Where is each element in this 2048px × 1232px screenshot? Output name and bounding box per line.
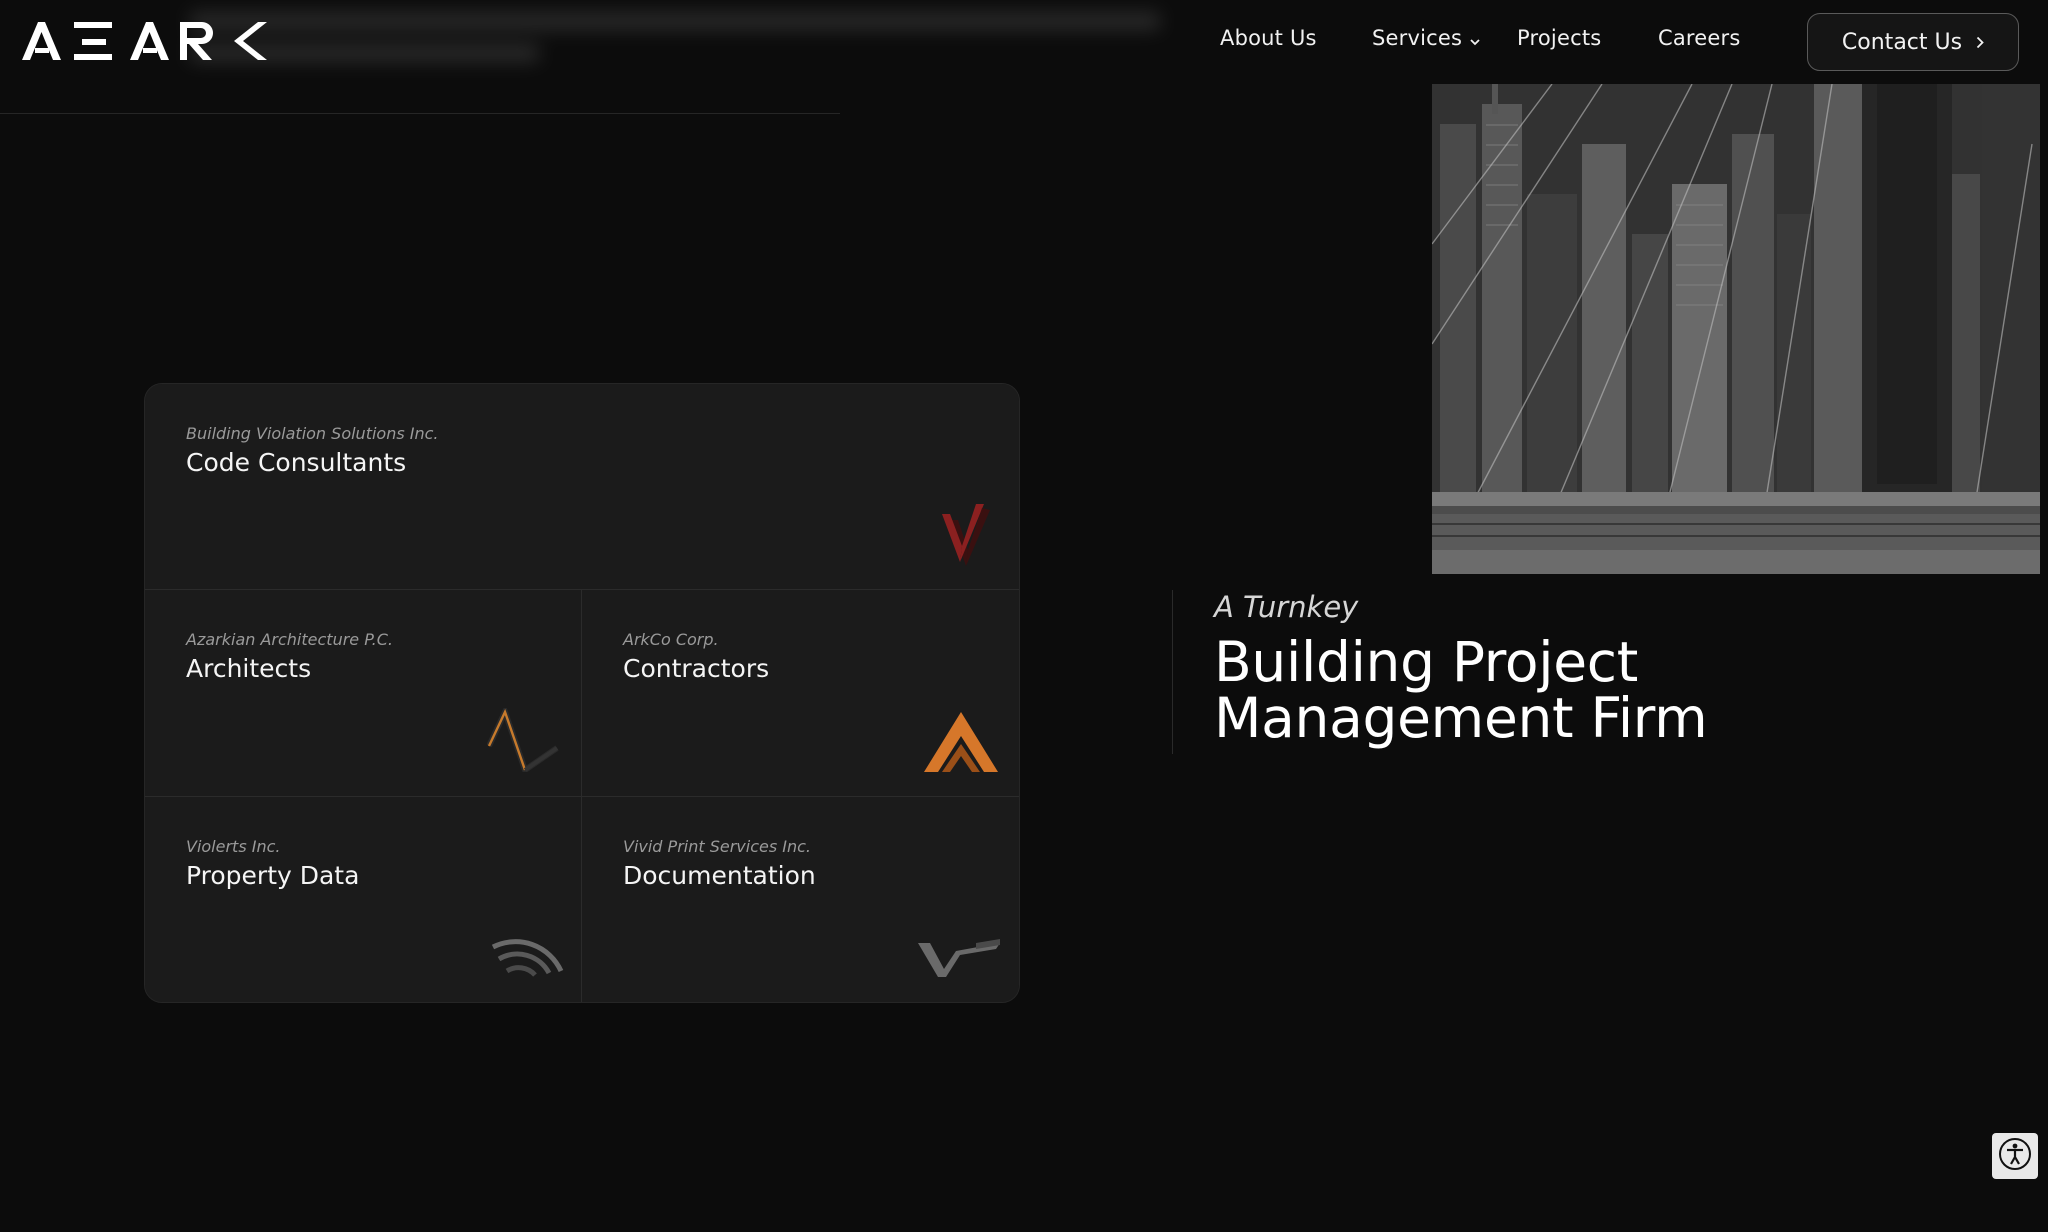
service-tile-contractors[interactable]: ArkCo Corp. Contractors bbox=[582, 590, 1019, 797]
service-company: Building Violation Solutions Inc. bbox=[186, 424, 439, 443]
chevron-right-icon bbox=[1976, 30, 1984, 55]
nav-services-label: Services bbox=[1372, 26, 1463, 50]
service-label: Architects bbox=[186, 654, 312, 683]
hero-subtitle: A Turnkey bbox=[1214, 590, 1359, 624]
hero-divider bbox=[1172, 590, 1173, 754]
signal-waves-icon bbox=[489, 927, 565, 981]
service-company: ArkCo Corp. bbox=[623, 630, 719, 649]
contact-us-label: Contact Us bbox=[1841, 29, 1963, 55]
hero-title-line-2: Management Firm bbox=[1214, 686, 1708, 750]
nav-about-us[interactable]: About Us bbox=[1220, 26, 1317, 50]
page: About Us Services Projects Careers Conta… bbox=[0, 0, 2048, 1232]
service-label: Code Consultants bbox=[186, 448, 407, 477]
scroll-edge bbox=[2040, 0, 2048, 1232]
accessibility-button[interactable] bbox=[1992, 1133, 2038, 1179]
service-company: Vivid Print Services Inc. bbox=[623, 837, 812, 856]
service-tile-architects[interactable]: Azarkian Architecture P.C. Architects bbox=[145, 590, 582, 797]
city-skyline-image bbox=[1432, 84, 2040, 650]
nav-projects[interactable]: Projects bbox=[1517, 26, 1601, 50]
nav-services[interactable]: Services bbox=[1372, 26, 1480, 51]
service-tile-documentation[interactable]: Vivid Print Services Inc. Documentation bbox=[582, 797, 1019, 1002]
header-divider bbox=[0, 113, 840, 114]
city-skyline-photo bbox=[1432, 84, 2040, 650]
chevron-down-icon bbox=[1470, 27, 1480, 51]
service-tile-code-consultants[interactable]: Building Violation Solutions Inc. Code C… bbox=[145, 384, 1019, 590]
contractor-triangle-icon bbox=[922, 710, 1000, 778]
hero-title-line-1: Building Project bbox=[1214, 630, 1638, 694]
contact-us-button[interactable]: Contact Us bbox=[1807, 13, 2019, 71]
service-label: Property Data bbox=[186, 861, 360, 890]
accessibility-icon bbox=[1998, 1137, 2032, 1175]
print-check-icon bbox=[916, 937, 1000, 981]
architecture-arch-icon bbox=[486, 704, 563, 776]
service-company: Violerts Inc. bbox=[186, 837, 281, 856]
service-company: Azarkian Architecture P.C. bbox=[186, 630, 393, 649]
blurred-background-text bbox=[190, 6, 1160, 72]
services-grid: Building Violation Solutions Inc. Code C… bbox=[144, 383, 1020, 1003]
service-tile-property-data[interactable]: Violerts Inc. Property Data bbox=[145, 797, 582, 1002]
service-label: Documentation bbox=[623, 861, 816, 890]
azark-logo-mark bbox=[22, 22, 267, 60]
nav-careers[interactable]: Careers bbox=[1658, 26, 1741, 50]
service-label: Contractors bbox=[623, 654, 770, 683]
checkmark-icon bbox=[940, 504, 994, 570]
hero-title: Building Project Management Firm bbox=[1214, 634, 2014, 746]
azark-logo[interactable] bbox=[20, 18, 270, 66]
